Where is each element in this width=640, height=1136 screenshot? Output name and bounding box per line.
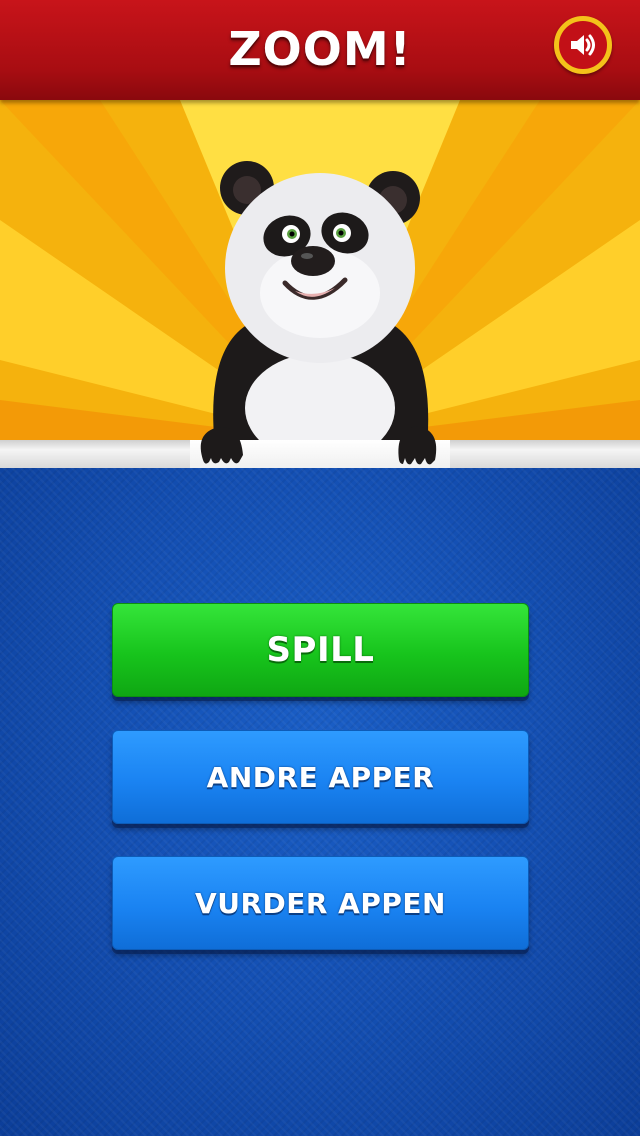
- hero-banner: [0, 100, 640, 440]
- play-button[interactable]: SPILL: [112, 603, 529, 697]
- rate-app-button[interactable]: VURDER APPEN: [112, 856, 529, 950]
- speaker-volume-icon: [568, 31, 598, 59]
- app-title: ZOOM!: [228, 22, 412, 76]
- panda-paws: [200, 426, 437, 465]
- top-bar: ZOOM!: [0, 0, 640, 100]
- other-apps-button[interactable]: ANDRE APPER: [112, 730, 529, 824]
- sound-toggle-button[interactable]: [554, 16, 612, 74]
- panda-mascot: [213, 161, 429, 440]
